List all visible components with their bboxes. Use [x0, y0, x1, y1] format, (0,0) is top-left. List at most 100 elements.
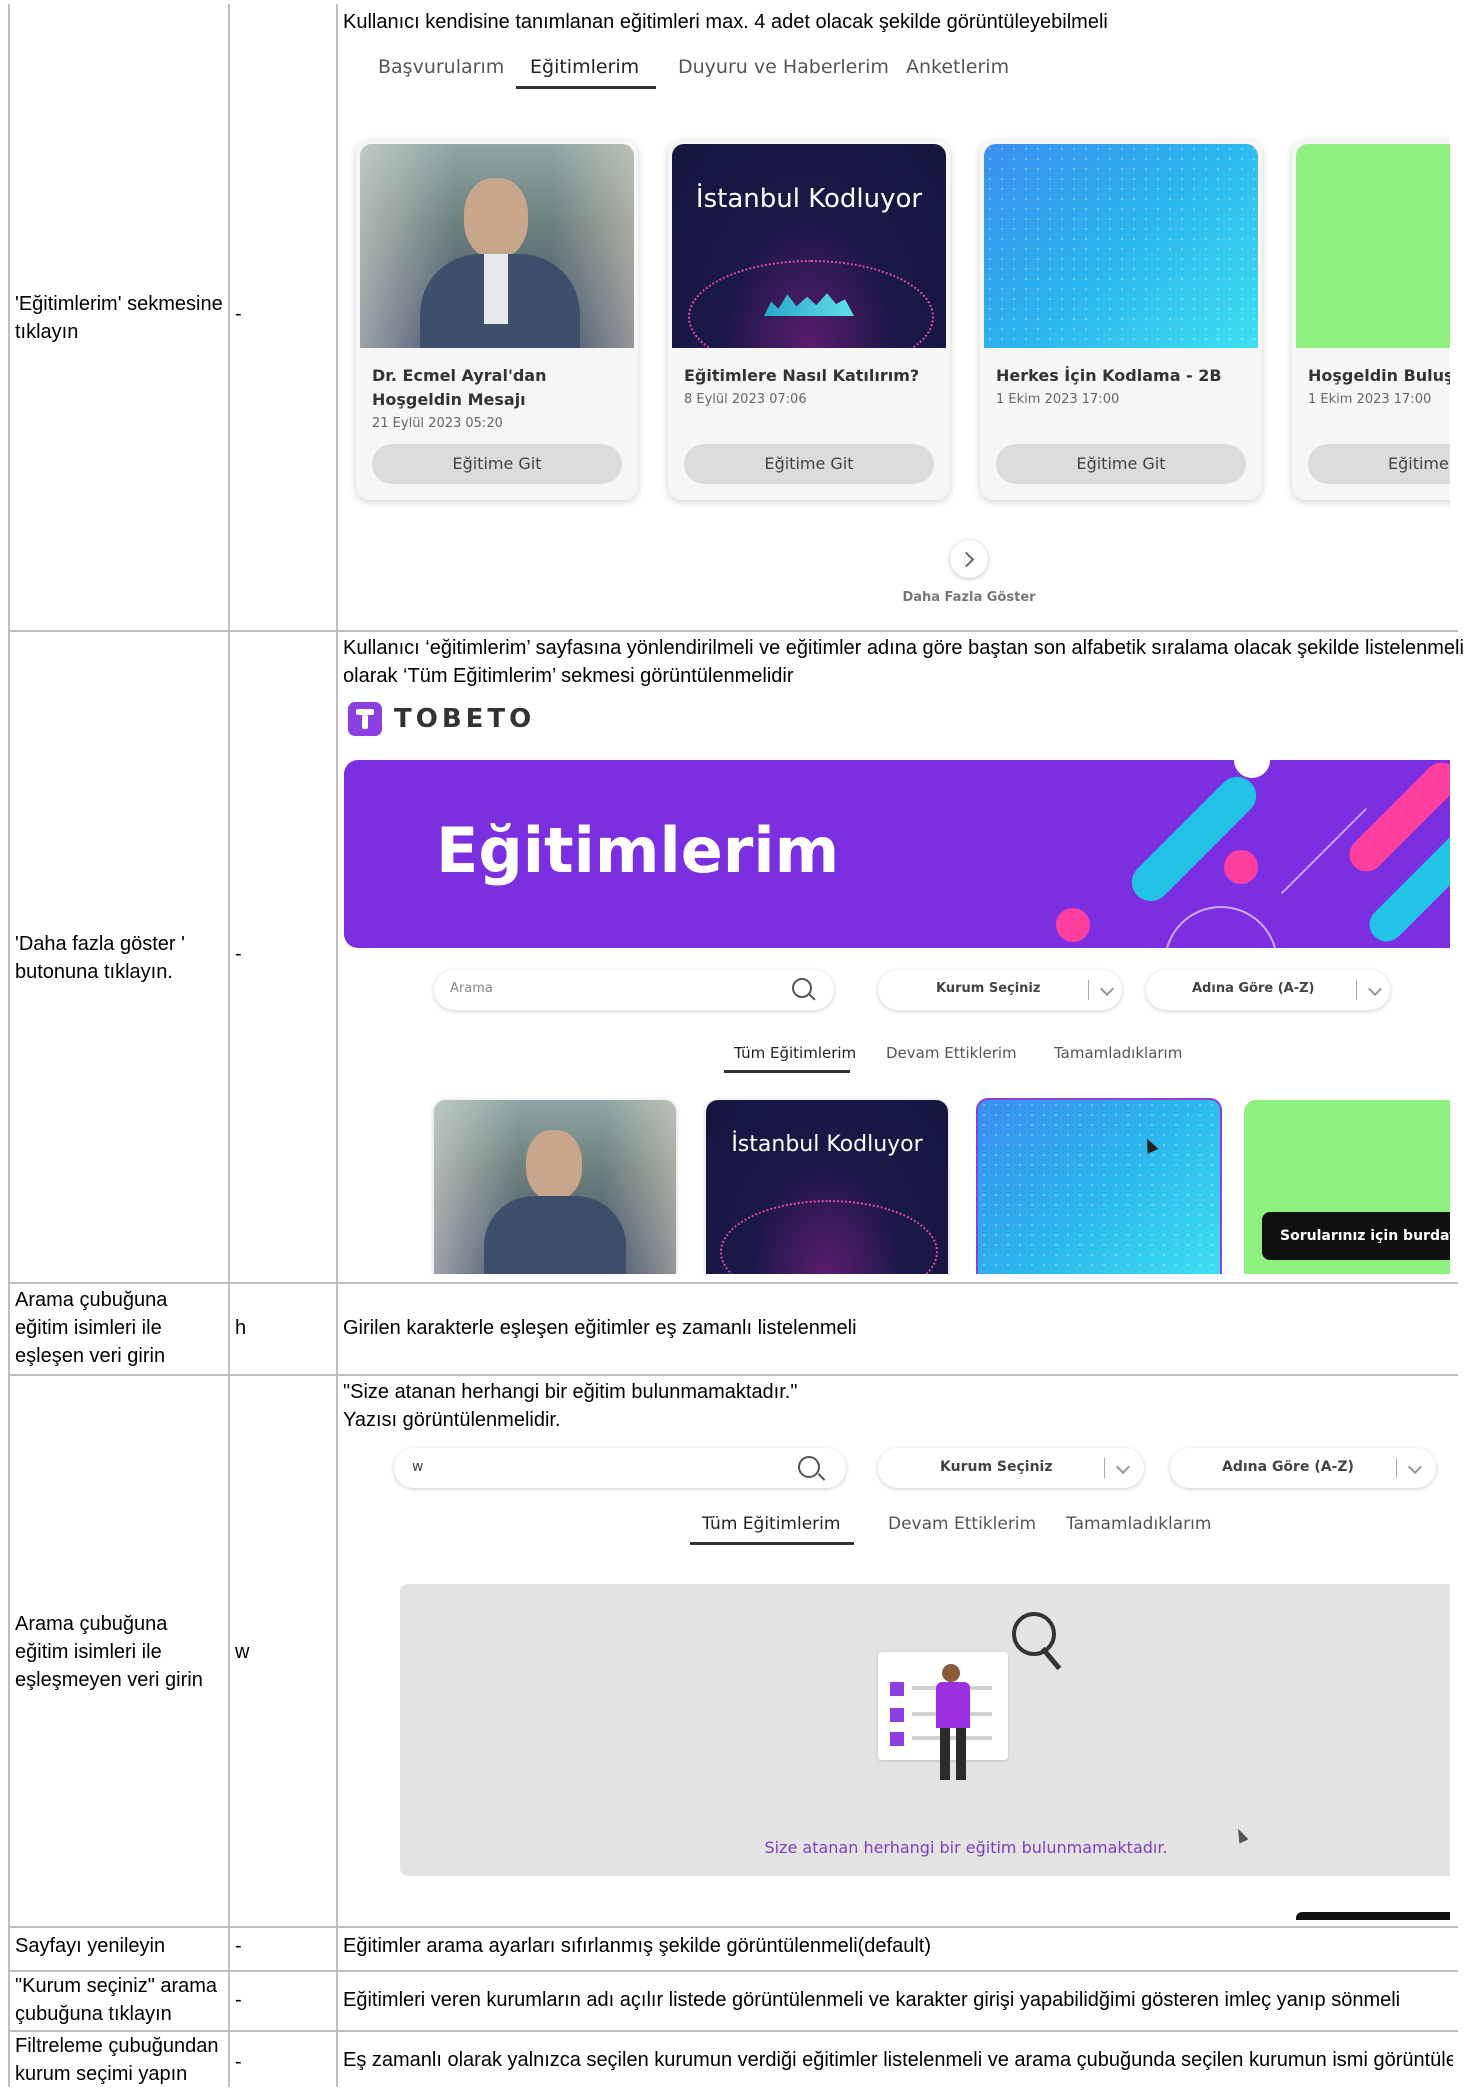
data-cell: h: [235, 1317, 247, 1339]
screenshot-my-trainings-tab: Başvurularım Eğitimlerim Duyuru ve Haber…: [344, 42, 1450, 622]
expected-cell: Yazısı görüntülenmelidir.: [343, 1409, 561, 1431]
show-more-label[interactable]: Daha Fazla Göster: [344, 590, 1450, 605]
data-cell: -: [235, 1989, 242, 2011]
hero-banner: Eğitimlerim: [344, 760, 1450, 948]
active-tab-underline: [690, 1542, 854, 1545]
tab-duyuru-haberlerim[interactable]: Duyuru ve Haberlerim: [678, 56, 889, 78]
organization-select-value: Kurum Seçiniz: [936, 981, 1041, 996]
training-card: Dr. Ecmel Ayral'dan Hoşgeldin Mesajı 21 …: [356, 140, 638, 500]
row-divider: [8, 1970, 1458, 1972]
tab-devam-ettiklerim[interactable]: Devam Ettiklerim: [888, 1514, 1036, 1534]
empty-state-message: Size atanan herhangi bir eğitim bulunmam…: [764, 1838, 1168, 1857]
expected-cell: Eğitimler arama ayarları sıfırlanmış şek…: [343, 1935, 932, 1957]
tab-egitimlerim[interactable]: Eğitimlerim: [530, 56, 639, 78]
card-date: 1 Ekim 2023 17:00: [996, 392, 1120, 407]
sort-select-value: Adına Göre (A-Z): [1192, 981, 1315, 996]
row-divider: [8, 1282, 1458, 1284]
step-cell: Arama çubuğuna eğitim isimleri ile eşleş…: [15, 1289, 168, 1367]
empty-state-illustration: [878, 1612, 1062, 1782]
column-divider-2: [336, 4, 338, 2087]
go-to-training-button[interactable]: Eğitime Git: [996, 444, 1246, 484]
expected-cell: "Size atanan herhangi bir eğitim bulunma…: [343, 1381, 798, 1403]
sort-select[interactable]: Adına Göre (A-Z): [1170, 1448, 1436, 1488]
data-cell: -: [235, 303, 242, 325]
card-title: Eğitimlere Nasıl Katılırım?: [684, 366, 920, 385]
search-input-value: w: [412, 1459, 424, 1475]
active-tab-underline: [724, 1070, 850, 1073]
sort-select[interactable]: Adına Göre (A-Z): [1146, 970, 1390, 1010]
banner-title: Eğitimlerim: [436, 814, 840, 887]
show-more-button[interactable]: [950, 540, 988, 578]
sort-select-value: Adına Göre (A-Z): [1222, 1459, 1354, 1475]
expected-cell: Kullanıcı ‘eğitimlerim’ sayfasına yönlen…: [343, 637, 1464, 659]
search-placeholder: Arama: [450, 981, 493, 996]
step-cell: 'Daha fazla göster ' butonuna tıklayın.: [15, 933, 185, 983]
empty-state-panel: Size atanan herhangi bir eğitim bulunmam…: [400, 1584, 1450, 1876]
tab-anketlerim[interactable]: Anketlerim: [906, 56, 1009, 78]
tab-tum-egitimlerim[interactable]: Tüm Eğitimlerim: [702, 1514, 840, 1534]
chat-button[interactable]: Sorularınız için burdayı: [1262, 1212, 1450, 1260]
row-divider: [8, 2030, 1458, 2032]
card-date: 21 Eylül 2023 05:20: [372, 416, 503, 431]
tab-tum-egitimlerim[interactable]: Tüm Eğitimlerim: [734, 1044, 856, 1062]
test-case-table: 'Eğitimlerim' sekmesine tıklayın - Kulla…: [8, 4, 1464, 2087]
row-divider: [8, 1374, 1458, 1376]
expected-cell: Eş zamanlı olarak yalnızca seçilen kurum…: [343, 2049, 1453, 2071]
active-tab-underline: [516, 86, 656, 89]
row-divider: [8, 1926, 1458, 1928]
row-divider: [8, 630, 1458, 632]
chevron-right-icon: [958, 551, 975, 568]
tobeto-logo: [348, 702, 382, 736]
go-to-training-button[interactable]: Eğitime Git: [372, 444, 622, 484]
step-cell: "Kurum seçiniz" arama çubuğuna tıklayın: [15, 1975, 218, 2025]
expected-cell: Girilen karakterle eşleşen eğitimler eş …: [343, 1317, 857, 1339]
portrait-photo: [360, 144, 634, 348]
card-image-text: İstanbul Kodluyor: [731, 1132, 923, 1157]
data-cell: -: [235, 2051, 242, 2073]
training-card: [434, 1100, 676, 1274]
training-card: İstanbul Kodluyor: [706, 1100, 948, 1274]
step-cell: 'Eğitimlerim' sekmesine tıklayın: [15, 293, 223, 343]
training-card: [976, 1098, 1222, 1274]
training-card: İstanbul Kodluyor Eğitimlere Nasıl Katıl…: [668, 140, 950, 500]
tab-basvurularim[interactable]: Başvurularım: [378, 56, 504, 78]
training-card: Sorularınız için burdayı: [1244, 1100, 1450, 1274]
chevron-down-icon: [1407, 1459, 1423, 1475]
data-cell: -: [235, 1935, 242, 1957]
green-image: [1296, 144, 1450, 348]
step-cell: Filtreleme çubuğundan kurum seçimi yapın: [15, 2035, 219, 2085]
data-cell: w: [235, 1641, 250, 1663]
expected-cell: olarak ‘Tüm Eğitimlerim’ sekmesi görüntü…: [343, 665, 794, 687]
chevron-down-icon: [1115, 1459, 1131, 1475]
blue-gradient-image: [984, 144, 1258, 348]
card-date: 8 Eylül 2023 07:06: [684, 392, 807, 407]
data-cell: -: [235, 943, 242, 965]
search-input[interactable]: Arama: [434, 970, 834, 1010]
card-date: 1 Ekim 2023 17:00: [1308, 392, 1432, 407]
chevron-down-icon: [1099, 981, 1115, 997]
screenshot-my-trainings-page: TOBETO Eğitimlerim Arama Kurum Seçiniz A…: [344, 696, 1450, 1274]
organization-select-value: Kurum Seçiniz: [940, 1459, 1053, 1475]
expected-cell: Eğitimleri veren kurumların adı açılır l…: [343, 1989, 1401, 2011]
tab-tamamladiklarim[interactable]: Tamamladıklarım: [1066, 1514, 1211, 1534]
card-title: Herkes İçin Kodlama - 2B: [996, 366, 1222, 385]
organization-select[interactable]: Kurum Seçiniz: [878, 970, 1122, 1010]
column-divider-1: [228, 4, 230, 2087]
step-cell: Sayfayı yenileyin: [15, 1935, 166, 1957]
go-to-training-button[interactable]: Eğitime: [1308, 444, 1450, 484]
search-icon: [798, 1456, 820, 1478]
chevron-down-icon: [1367, 981, 1383, 997]
tab-tamamladiklarim[interactable]: Tamamladıklarım: [1054, 1044, 1182, 1062]
organization-select[interactable]: Kurum Seçiniz: [878, 1448, 1144, 1488]
search-input[interactable]: w: [394, 1448, 846, 1488]
card-title: Dr. Ecmel Ayral'dan Hoşgeldin Mesajı: [372, 366, 547, 409]
card-title: Hoşgeldin Buluşr: [1308, 366, 1450, 385]
tab-devam-ettiklerim[interactable]: Devam Ettiklerim: [886, 1044, 1017, 1062]
step-cell: Arama çubuğuna eğitim isimleri ile eşleş…: [15, 1613, 203, 1691]
training-card: Hoşgeldin Buluşr 1 Ekim 2023 17:00 Eğiti…: [1292, 140, 1450, 500]
table-border-left: [8, 4, 10, 2087]
training-card: Herkes İçin Kodlama - 2B 1 Ekim 2023 17:…: [980, 140, 1262, 500]
tobeto-logo-text: TOBETO: [394, 704, 536, 734]
expected-cell: Kullanıcı kendisine tanımlanan eğitimler…: [343, 11, 1108, 33]
go-to-training-button[interactable]: Eğitime Git: [684, 444, 934, 484]
